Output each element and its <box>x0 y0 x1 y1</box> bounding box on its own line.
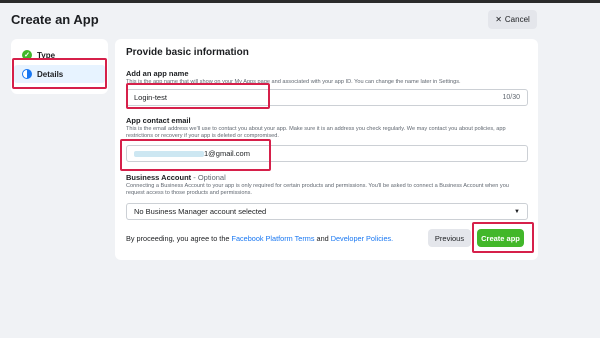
contact-email-help: This is the email address we'll use to c… <box>126 126 506 139</box>
cancel-button[interactable]: ✕ Cancel <box>488 10 537 29</box>
cancel-label: Cancel <box>504 15 530 24</box>
close-icon: ✕ <box>495 15 502 24</box>
business-account-select[interactable]: No Business Manager account selected ▼ <box>126 203 528 220</box>
create-app-button[interactable]: Create app <box>477 229 524 247</box>
redacted-email-part <box>134 150 204 157</box>
sidebar-item-type[interactable]: ✓ Type <box>14 46 105 64</box>
basic-info-card: Provide basic information Add an app nam… <box>115 39 538 260</box>
contact-email-input[interactable]: 1@gmail.com <box>126 145 528 162</box>
top-bar <box>0 0 600 3</box>
progress-icon <box>22 69 32 79</box>
page-title: Create an App <box>11 12 99 27</box>
app-name-label: Add an app name <box>126 69 189 78</box>
app-name-value: Login-test <box>134 93 167 102</box>
contact-email-label: App contact email <box>126 116 191 125</box>
char-counter: 10/30 <box>502 94 520 101</box>
business-account-label: Business Account - Optional <box>126 173 226 182</box>
caret-down-icon: ▼ <box>514 208 520 215</box>
business-account-help: Connecting a Business Account to your ap… <box>126 183 509 196</box>
business-account-label-text: Business Account <box>126 173 192 182</box>
steps-sidebar: ✓ Type Details <box>11 39 108 94</box>
optional-label: - Optional <box>193 173 226 182</box>
form-heading: Provide basic information <box>126 47 249 58</box>
check-icon: ✓ <box>22 50 32 60</box>
sidebar-item-details[interactable]: Details <box>14 65 105 83</box>
terms-notice: By proceeding, you agree to the Facebook… <box>126 234 393 243</box>
sidebar-item-label: Details <box>37 69 64 79</box>
contact-email-value: 1@gmail.com <box>204 149 250 158</box>
business-account-selected: No Business Manager account selected <box>134 207 267 216</box>
terms-prefix: By proceeding, you agree to the <box>126 234 230 243</box>
app-name-help: This is the app name that will show on y… <box>126 79 461 85</box>
terms-and: and <box>316 234 329 243</box>
developer-policies-link[interactable]: Developer Policies. <box>331 234 393 243</box>
sidebar-item-label: Type <box>37 50 56 60</box>
platform-terms-link[interactable]: Facebook Platform Terms <box>231 234 314 243</box>
previous-button[interactable]: Previous <box>428 229 471 247</box>
app-name-input[interactable]: Login-test 10/30 <box>126 89 528 106</box>
